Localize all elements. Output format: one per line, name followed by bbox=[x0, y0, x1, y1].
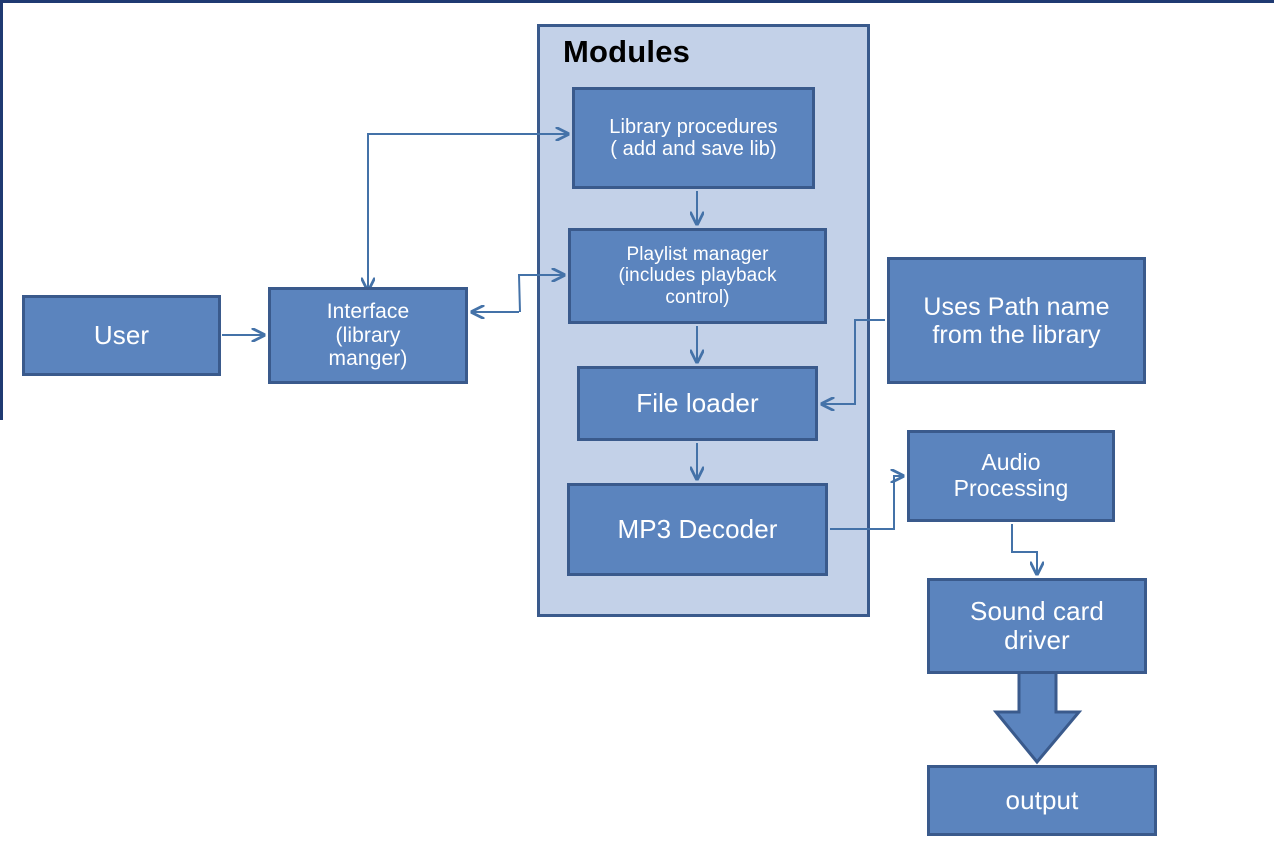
node-interface[interactable]: Interface (library manger) bbox=[268, 287, 468, 384]
diagram-canvas: Modules User Interface (library manger) … bbox=[0, 0, 1274, 860]
node-uses-path-name[interactable]: Uses Path name from the library bbox=[887, 257, 1146, 384]
page-border-left bbox=[0, 0, 3, 420]
node-mp3-decoder[interactable]: MP3 Decoder bbox=[567, 483, 828, 576]
node-user[interactable]: User bbox=[22, 295, 221, 376]
node-file-loader[interactable]: File loader bbox=[577, 366, 818, 441]
node-sound-card-driver[interactable]: Sound card driver bbox=[927, 578, 1147, 674]
node-library-procedures[interactable]: Library procedures ( add and save lib) bbox=[572, 87, 815, 189]
connector-audio-processing-to-sound-card-driver bbox=[1011, 524, 1037, 574]
node-audio-processing[interactable]: Audio Processing bbox=[907, 430, 1115, 522]
page-border-top bbox=[0, 0, 1274, 3]
block-arrow-sound-card-to-output bbox=[992, 670, 1083, 765]
node-output[interactable]: output bbox=[927, 765, 1157, 836]
modules-panel-title: Modules bbox=[563, 34, 691, 69]
node-playlist-manager[interactable]: Playlist manager (includes playback cont… bbox=[568, 228, 827, 324]
